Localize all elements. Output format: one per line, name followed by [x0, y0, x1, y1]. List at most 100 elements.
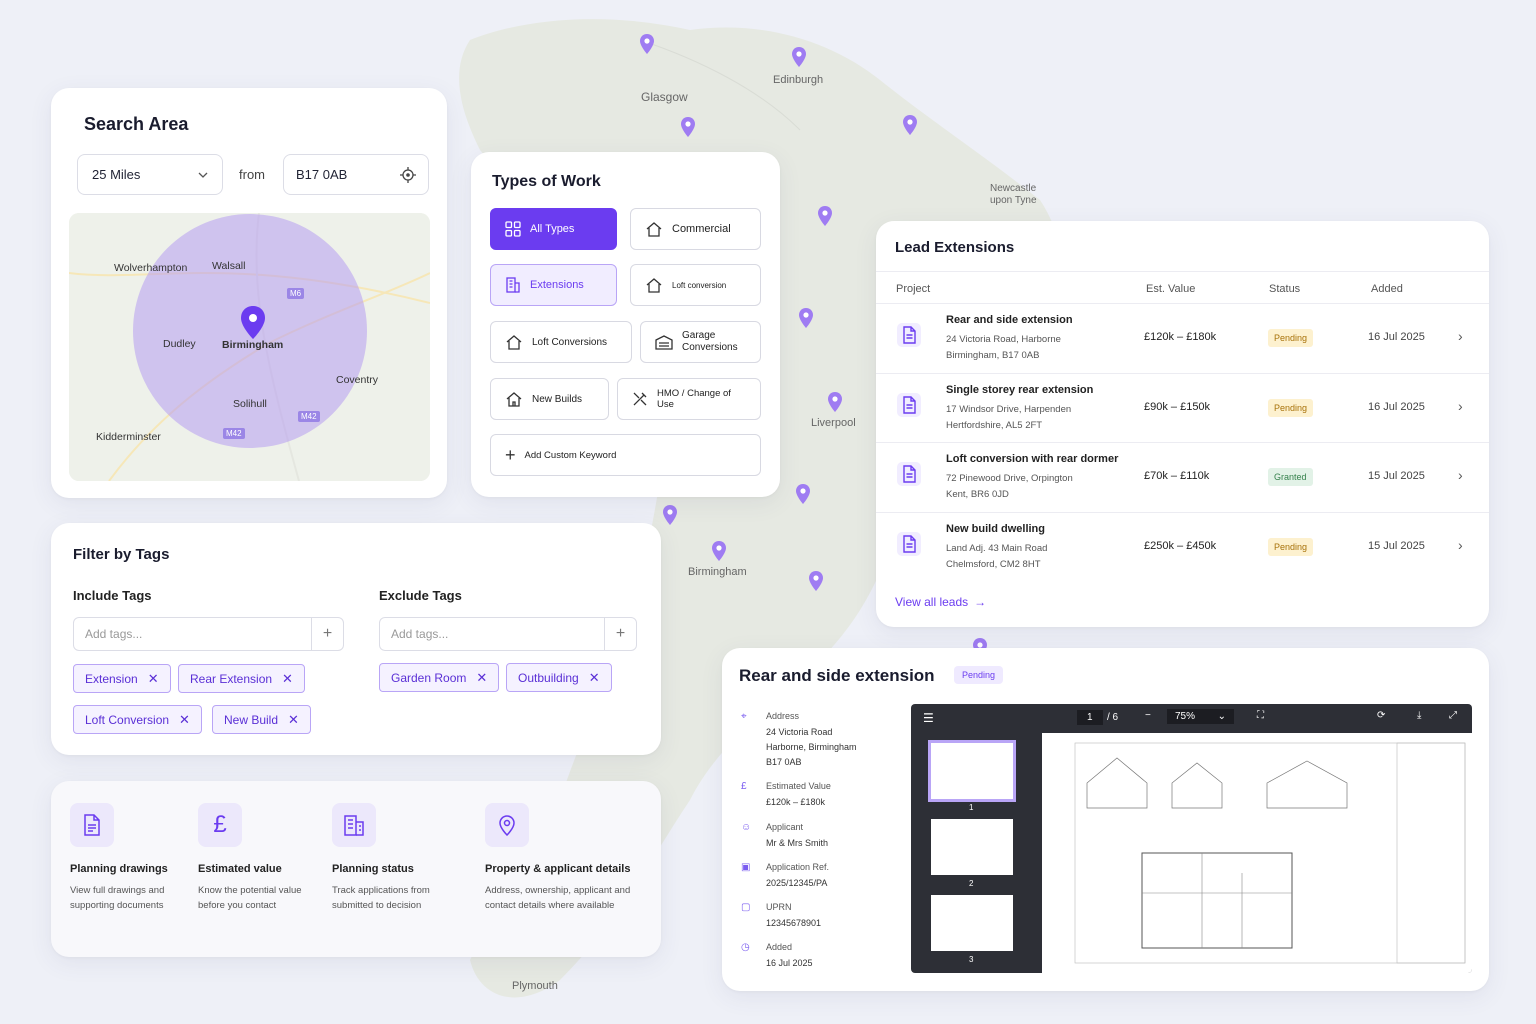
map-pin-icon[interactable]: [827, 391, 843, 418]
close-icon[interactable]: ✕: [476, 670, 487, 686]
drawing-viewer[interactable]: ☰ 1 / 6 − 75% ⌄ ⛶ ⟳ ⤓ ⤢ 1 2 3: [911, 704, 1472, 973]
add-include-tag-button[interactable]: +: [311, 618, 343, 650]
table-row[interactable]: Rear and side extension 24 Victoria Road…: [876, 303, 1489, 372]
map-pin-icon[interactable]: [791, 46, 807, 73]
drawing-sheet: [1042, 733, 1472, 973]
thumbnail-label: 1: [969, 803, 974, 812]
type-all-types[interactable]: All Types: [490, 208, 617, 250]
lead-address: Land Adj. 43 Main Road Chelmsford, CM2 8H…: [946, 541, 1126, 573]
include-tag[interactable]: Loft Conversion ✕: [73, 705, 202, 734]
postcode-input[interactable]: B17 0AB: [283, 154, 429, 195]
current-page: 1: [1087, 712, 1093, 723]
status-badge: Pending: [1268, 398, 1314, 417]
zoom-select[interactable]: 75% ⌄: [1167, 709, 1234, 724]
include-tag[interactable]: Extension ✕: [73, 664, 171, 693]
lead-address-line: Hertfordshire, AL5 2FT: [946, 419, 1043, 431]
document-icon: [896, 322, 922, 348]
page-input[interactable]: 1: [1077, 710, 1103, 725]
type-loft-conversions[interactable]: Loft Conversions: [490, 321, 632, 363]
type-hmo-change-of-use[interactable]: HMO / Change of Use: [617, 378, 761, 420]
chevron-down-icon: ⌄: [1217, 711, 1226, 722]
download-icon[interactable]: ⤓: [1417, 710, 1421, 721]
col-header-added: Added: [1371, 283, 1403, 295]
detail-field-value: 12345678901: [766, 918, 822, 928]
exclude-tags-input[interactable]: Add tags... +: [379, 617, 637, 651]
page-thumbnail[interactable]: [931, 819, 1013, 875]
id-icon: ▢: [741, 902, 751, 913]
lead-address-line: 17 Windsor Drive, Harpenden: [946, 403, 1072, 415]
radius-select[interactable]: 25 Miles: [77, 154, 223, 195]
exclude-tag[interactable]: Outbuilding ✕: [506, 663, 612, 692]
type-label: Garage Conversions: [682, 330, 738, 353]
close-icon[interactable]: ✕: [288, 712, 299, 728]
close-icon[interactable]: ✕: [179, 712, 190, 728]
type-label: New Builds: [532, 393, 583, 405]
fullscreen-icon[interactable]: ⤢: [1449, 710, 1457, 721]
table-row[interactable]: Loft conversion with rear dormer 72 Pine…: [876, 442, 1489, 511]
map-pin-icon[interactable]: [795, 483, 811, 510]
locate-icon[interactable]: [400, 166, 416, 183]
chevron-right-icon[interactable]: ›: [1458, 467, 1463, 483]
lead-title: New build dwelling: [946, 522, 1045, 535]
map-label-solihull: Solihull: [233, 398, 267, 410]
document-icon: [896, 461, 922, 487]
detail-field-label: Added: [766, 942, 793, 952]
user-icon: ☺: [741, 822, 752, 833]
map-pin-icon[interactable]: [902, 114, 918, 141]
arrow-right-icon: →: [974, 595, 987, 609]
feature-estimated-value: £ Estimated value Know the potential val…: [198, 803, 320, 913]
map-pin-icon[interactable]: [817, 205, 833, 232]
type-new-builds[interactable]: New Builds: [490, 378, 609, 420]
add-custom-keyword-button[interactable]: + Add Custom Keyword: [490, 434, 761, 476]
type-loft-conversion[interactable]: Loft conversion: [630, 264, 761, 306]
table-row[interactable]: New build dwelling Land Adj. 43 Main Roa…: [876, 511, 1489, 581]
add-exclude-tag-button[interactable]: +: [604, 618, 636, 650]
map-pin-icon[interactable]: [680, 116, 696, 143]
type-label: Commercial: [672, 223, 731, 235]
map-pin-icon[interactable]: [662, 504, 678, 531]
lead-added-date: 15 Jul 2025: [1368, 470, 1425, 482]
include-tags-placeholder: Add tags...: [85, 627, 143, 641]
exclude-tag[interactable]: Garden Room ✕: [379, 663, 500, 692]
chevron-right-icon[interactable]: ›: [1458, 398, 1463, 414]
type-extensions[interactable]: Extensions: [490, 264, 617, 306]
detail-field-label: Address: [766, 711, 800, 721]
menu-icon[interactable]: ☰: [923, 711, 934, 725]
zoom-out-icon[interactable]: −: [1145, 710, 1151, 721]
detail-field-value: Mr & Mrs Smith: [766, 838, 828, 848]
type-label: Loft conversion: [672, 280, 727, 290]
fit-page-icon[interactable]: ⛶: [1257, 710, 1264, 721]
feature-planning-status: Planning status Track applications from …: [332, 803, 452, 913]
close-icon[interactable]: ✕: [148, 671, 159, 687]
exclude-tags-title: Exclude Tags: [379, 588, 462, 603]
page-thumbnail[interactable]: [931, 895, 1013, 951]
type-commercial[interactable]: Commercial: [630, 208, 761, 250]
include-tags-input[interactable]: Add tags... +: [73, 617, 344, 651]
feature-title: Planning status: [332, 863, 414, 875]
detail-field-label: Estimated Value: [766, 781, 831, 791]
map-pin-icon[interactable]: [639, 33, 655, 60]
map-pin-icon[interactable]: [711, 540, 727, 567]
lead-value: £70k – £110k: [1144, 470, 1210, 482]
close-icon[interactable]: ✕: [282, 671, 293, 687]
tag-label: Garden Room: [391, 670, 467, 685]
document-icon: [896, 392, 922, 418]
map-pin-icon[interactable]: [808, 570, 824, 597]
type-garage-conversions[interactable]: Garage Conversions: [640, 321, 761, 363]
detail-field: ⌖ Address 24 Victoria Road Harborne, Bir…: [741, 711, 857, 770]
include-tag[interactable]: New Build ✕: [212, 705, 311, 734]
map-pin-icon[interactable]: [798, 307, 814, 334]
search-radius-map[interactable]: Wolverhampton Walsall Dudley Birmingham …: [69, 213, 430, 481]
chevron-right-icon[interactable]: ›: [1458, 537, 1463, 553]
view-all-leads-link[interactable]: View all leads →: [895, 595, 986, 609]
rotate-icon[interactable]: ⟳: [1377, 710, 1385, 721]
close-icon[interactable]: ✕: [589, 670, 600, 686]
thumbnail-label: 3: [969, 955, 974, 964]
page-thumbnail[interactable]: [928, 740, 1016, 802]
chevron-right-icon[interactable]: ›: [1458, 328, 1463, 344]
grid-icon: [505, 221, 521, 237]
include-tag[interactable]: Rear Extension ✕: [178, 664, 305, 693]
type-label: Add Custom Keyword: [524, 449, 617, 461]
table-row[interactable]: Single storey rear extension 17 Windsor …: [876, 372, 1489, 442]
status-badge: Pending: [954, 666, 1004, 684]
